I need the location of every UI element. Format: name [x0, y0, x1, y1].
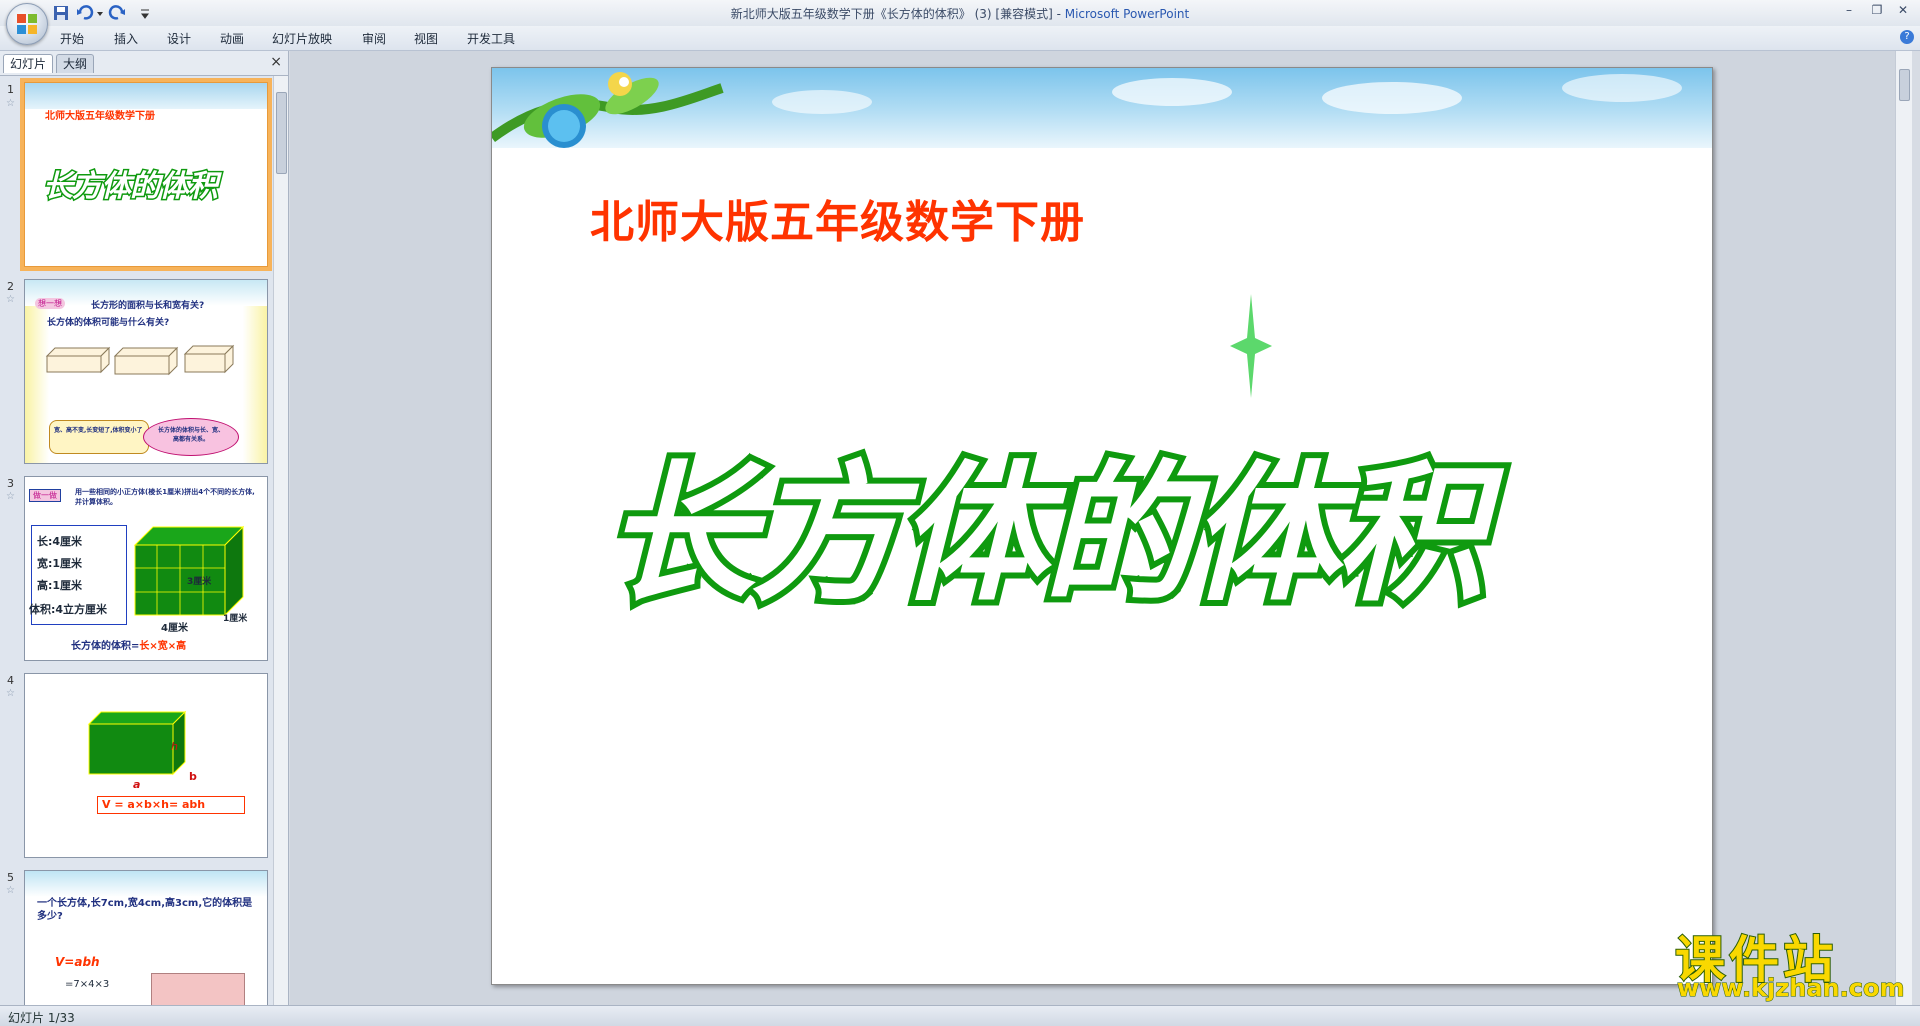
tab-design[interactable]: 设计	[167, 30, 191, 47]
animation-star-icon: ☆	[6, 98, 15, 109]
thumb-formula: 长方体的体积=长×宽×高	[71, 637, 186, 652]
thumb-heading: 长方形的面积与长和宽有关?	[91, 301, 205, 311]
app-name: Microsoft PowerPoint	[1064, 7, 1190, 21]
thumb-row: 长:4厘米	[37, 535, 83, 548]
current-slide[interactable]: 北师大版五年级数学下册 长方体的体积	[491, 67, 1713, 985]
slide-editing-area: 北师大版五年级数学下册 长方体的体积	[290, 51, 1912, 1005]
thumb-sky	[25, 83, 267, 109]
thumb-formula-label: 长方体的体积=	[71, 641, 140, 652]
thumb-dim: 3厘米	[187, 577, 212, 587]
thumb-row: 体积:4立方厘米	[29, 603, 108, 616]
slide-number: 3	[7, 477, 14, 490]
thumb-dim: 4厘米	[161, 623, 188, 634]
thumb-text: 一个长方体,长7cm,宽4cm,高3cm,它的体积是多少?	[37, 898, 253, 922]
tab-outline[interactable]: 大纲	[56, 54, 95, 73]
office-logo-icon	[17, 14, 37, 34]
animation-star-icon: ☆	[6, 688, 15, 699]
thumb-formula-value: 长×宽×高	[139, 641, 187, 652]
restore-button[interactable]: ❐	[1866, 2, 1888, 18]
tab-animation[interactable]: 动画	[220, 30, 244, 47]
slide-subtitle[interactable]: 北师大版五年级数学下册	[590, 186, 1085, 250]
thumb-tag: 做一做	[29, 489, 61, 502]
slides-panel: 幻灯片 大纲 × 1 ☆ 北师大版五年级数学下册 长方体的体积 2 ☆ 想一想 …	[0, 51, 289, 1005]
thumb-bubble-left: 宽、高不变,长变短了,体积变小了	[49, 420, 149, 454]
window-title: 新北师大版五年级数学下册《长方体的体积》 (3) [兼容模式] - Micros…	[0, 5, 1920, 22]
slide-number: 1	[7, 83, 14, 96]
tab-view[interactable]: 视图	[414, 30, 438, 47]
thumb-row: 宽:1厘米	[37, 557, 83, 570]
thumb-label-b: b	[189, 770, 197, 783]
scrollbar-thumb[interactable]	[1899, 69, 1910, 101]
slide-title[interactable]: 长方体的体积	[599, 444, 1605, 626]
slide-number: 2	[7, 280, 14, 293]
thumb-tag: 想一想	[35, 298, 65, 309]
slide-scrollbar[interactable]	[1895, 51, 1912, 1005]
thumb-text: 用一些相同的小正方体(棱长1厘米)拼出4个不同的长方体,并计算体积。	[75, 488, 255, 506]
slide-thumbnail-3[interactable]: 做一做 用一些相同的小正方体(棱长1厘米)拼出4个不同的长方体,并计算体积。 长…	[24, 476, 268, 661]
tab-slideshow[interactable]: 幻灯片放映	[272, 30, 332, 47]
thumb-text: 长方体的体积可能与什么有关?	[47, 318, 170, 328]
slide-thumbnail-1[interactable]: 北师大版五年级数学下册 长方体的体积	[20, 78, 272, 271]
thumbnail-scrollbar[interactable]	[273, 76, 288, 1005]
thumb-formula: V = a×b×h= abh	[97, 796, 245, 814]
thumb-row: 高:1厘米	[37, 579, 83, 592]
slide-number: 4	[7, 674, 14, 687]
slide-thumbnail-2[interactable]: 想一想 长方形的面积与长和宽有关? 长方体的体积可能与什么有关? 宽、高不变,长…	[24, 279, 268, 464]
tab-insert[interactable]: 插入	[114, 30, 138, 47]
ribbon-tabs: 开始 插入 设计 动画 幻灯片放映 审阅 视图 开发工具 ?	[0, 26, 1920, 51]
minimize-button[interactable]: –	[1838, 2, 1860, 18]
panel-tabs: 幻灯片 大纲 ×	[0, 51, 288, 76]
scrollbar-thumb[interactable]	[276, 92, 287, 174]
thumb-boxes	[45, 344, 235, 376]
thumb-label-a: a	[133, 778, 141, 791]
slide-thumbnail-5[interactable]: 一个长方体,长7cm,宽4cm,高3cm,它的体积是多少? V=abh =7×4…	[24, 870, 268, 1005]
tab-review[interactable]: 审阅	[362, 30, 386, 47]
panel-close-icon[interactable]: ×	[270, 54, 282, 70]
thumb-bubble-right: 长方体的体积与长、宽、高都有关系。	[143, 418, 239, 456]
animation-star-icon: ☆	[6, 491, 15, 502]
office-button[interactable]	[6, 3, 48, 45]
tab-developer[interactable]: 开发工具	[467, 30, 515, 47]
thumbnail-list: 1 ☆ 北师大版五年级数学下册 长方体的体积 2 ☆ 想一想 长方形的面积与长和…	[0, 76, 274, 1005]
title-bar: 新北师大版五年级数学下册《长方体的体积》 (3) [兼容模式] - Micros…	[0, 0, 1920, 45]
thumb-box-image	[151, 973, 245, 1005]
tab-home[interactable]: 开始	[60, 30, 84, 47]
thumb-calc: =7×4×3	[65, 979, 110, 990]
slide-thumbnail-4[interactable]: h a b V = a×b×h= abh	[24, 673, 268, 858]
thumb-title: 长方体的体积	[42, 168, 220, 206]
status-bar: 幻灯片 1/33	[0, 1005, 1920, 1026]
watermark-url: www.kjzhan.com	[1676, 974, 1905, 1003]
thumb-sky	[25, 871, 267, 897]
slide-number: 5	[7, 871, 14, 884]
tab-slides[interactable]: 幻灯片	[3, 54, 54, 73]
document-title: 新北师大版五年级数学下册《长方体的体积》 (3) [兼容模式] -	[730, 7, 1065, 21]
thumb-formula: V=abh	[55, 955, 100, 969]
thumb-dim: 1厘米	[223, 614, 248, 624]
thumb-cube-grid	[133, 525, 245, 617]
thumb-label-h: h	[171, 740, 178, 753]
slide-count-status: 幻灯片 1/33	[8, 1011, 75, 1025]
thumb-subtitle: 北师大版五年级数学下册	[45, 111, 155, 122]
thumb-cuboid	[87, 710, 187, 776]
vine-decoration-icon	[492, 72, 1682, 148]
animation-star-icon: ☆	[6, 294, 15, 305]
close-button[interactable]: ✕	[1892, 2, 1914, 18]
watermark: 课件站 www.kjzhan.com	[1669, 920, 1909, 1003]
sparkle-icon	[1230, 294, 1272, 398]
help-icon[interactable]: ?	[1900, 30, 1914, 44]
animation-star-icon: ☆	[6, 885, 15, 896]
